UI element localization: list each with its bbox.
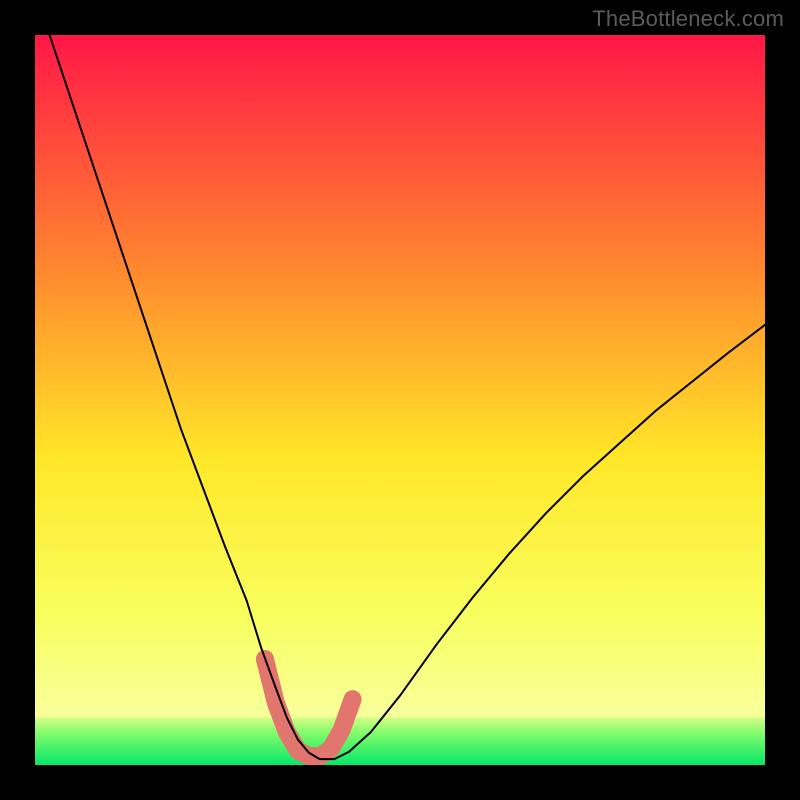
chart-plot-area xyxy=(35,35,765,765)
chart-frame: TheBottleneck.com xyxy=(0,0,800,800)
gradient-background xyxy=(35,35,765,765)
highlight-marker xyxy=(344,690,362,708)
green-band xyxy=(35,718,765,765)
watermark-text: TheBottleneck.com xyxy=(592,6,784,32)
bottleneck-chart xyxy=(35,35,765,765)
